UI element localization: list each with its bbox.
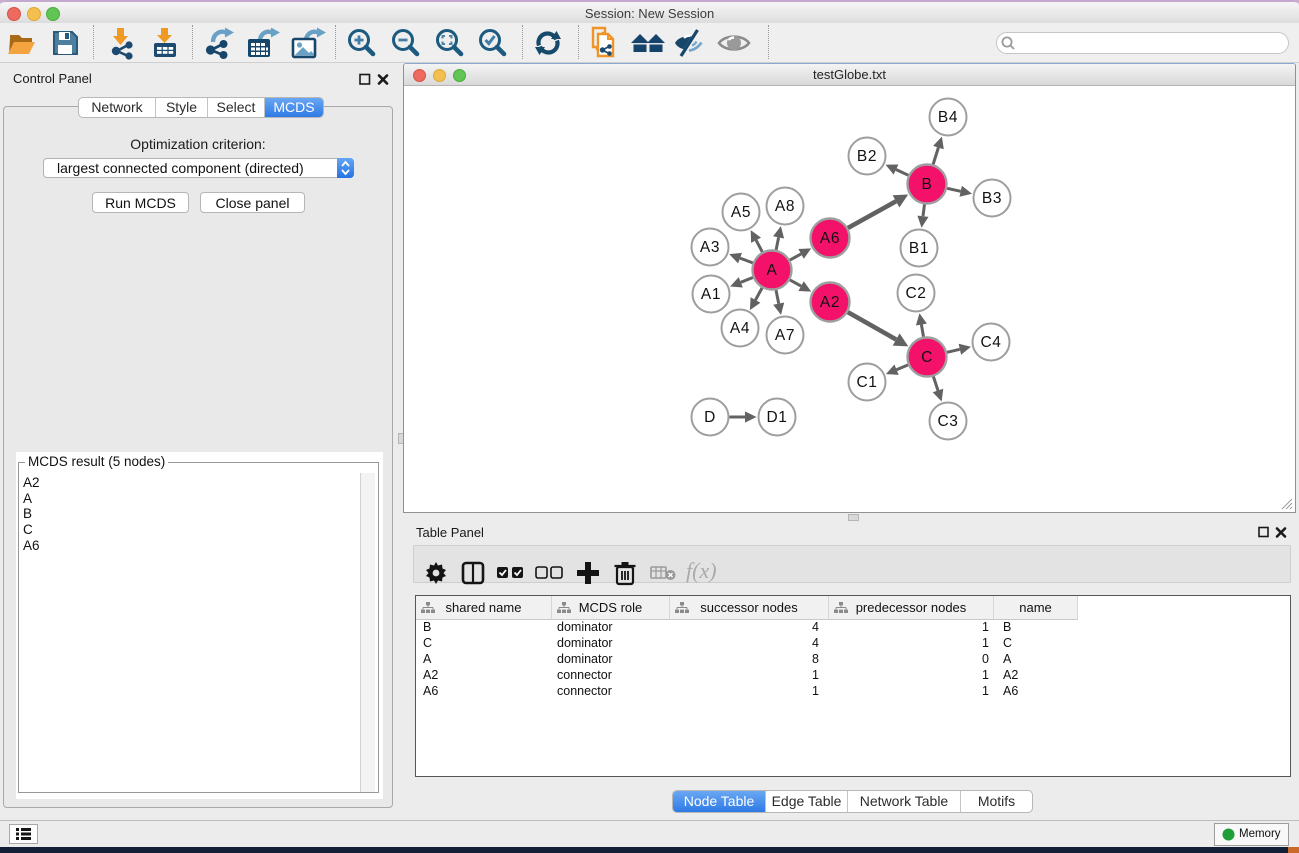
svg-text:A4: A4: [730, 320, 750, 337]
svg-text:A3: A3: [700, 239, 720, 256]
svg-text:A1: A1: [701, 286, 721, 303]
svg-text:C4: C4: [980, 334, 1001, 351]
svg-text:B2: B2: [857, 148, 877, 165]
svg-text:A8: A8: [775, 198, 795, 215]
svg-text:C2: C2: [905, 285, 926, 302]
svg-text:D: D: [704, 409, 716, 426]
svg-text:C1: C1: [856, 374, 877, 391]
svg-text:D1: D1: [766, 409, 787, 426]
svg-text:B4: B4: [938, 109, 958, 126]
svg-text:A2: A2: [820, 294, 840, 311]
svg-text:A6: A6: [820, 230, 840, 247]
svg-text:A5: A5: [731, 204, 751, 221]
svg-text:A: A: [767, 262, 778, 279]
svg-text:B1: B1: [909, 240, 929, 257]
svg-text:A7: A7: [775, 327, 795, 344]
svg-text:B3: B3: [982, 190, 1002, 207]
svg-text:B: B: [922, 176, 933, 193]
svg-text:C: C: [921, 349, 933, 366]
svg-text:C3: C3: [937, 413, 958, 430]
